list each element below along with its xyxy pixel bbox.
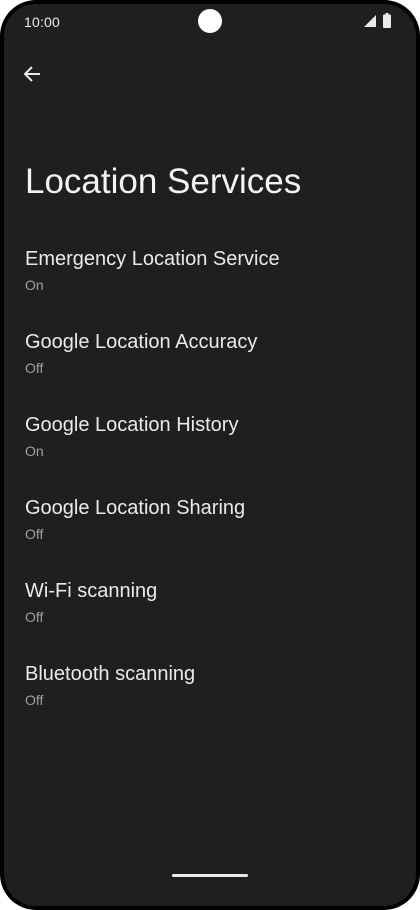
setting-wifi-scanning[interactable]: Wi-Fi scanning Off: [4, 568, 416, 651]
setting-title: Bluetooth scanning: [25, 663, 196, 685]
setting-summary: Off: [25, 526, 44, 542]
camera-cutout: [198, 9, 222, 33]
setting-google-location-accuracy[interactable]: Google Location Accuracy Off: [4, 319, 416, 402]
setting-title: Wi-Fi scanning: [25, 580, 158, 602]
setting-bluetooth-scanning[interactable]: Bluetooth scanning Off: [4, 651, 416, 734]
battery-icon: [383, 13, 391, 28]
setting-title: Google Location History: [25, 414, 239, 436]
setting-title: Google Location Sharing: [25, 497, 246, 519]
settings-list: Emergency Location Service On Google Loc…: [4, 236, 416, 734]
status-bar: 10:00: [4, 4, 416, 40]
screen: 10:00 Location Services Emergency Locati…: [4, 4, 416, 906]
setting-summary: Off: [25, 360, 44, 376]
setting-emergency-location-service[interactable]: Emergency Location Service On: [4, 236, 416, 319]
setting-summary: Off: [25, 609, 44, 625]
setting-summary: On: [25, 443, 44, 459]
page-title: Location Services: [25, 162, 302, 201]
setting-title: Google Location Accuracy: [25, 331, 258, 353]
phone-frame: 10:00 Location Services Emergency Locati…: [0, 0, 420, 910]
signal-icon: [364, 15, 376, 27]
gesture-nav-handle[interactable]: [172, 874, 248, 877]
setting-title: Emergency Location Service: [25, 248, 280, 270]
status-time: 10:00: [24, 14, 61, 30]
setting-google-location-history[interactable]: Google Location History On: [4, 402, 416, 485]
setting-summary: On: [25, 277, 44, 293]
setting-summary: Off: [25, 692, 44, 708]
arrow-back-icon: [23, 66, 40, 82]
setting-google-location-sharing[interactable]: Google Location Sharing Off: [4, 485, 416, 568]
back-button[interactable]: [14, 56, 50, 92]
